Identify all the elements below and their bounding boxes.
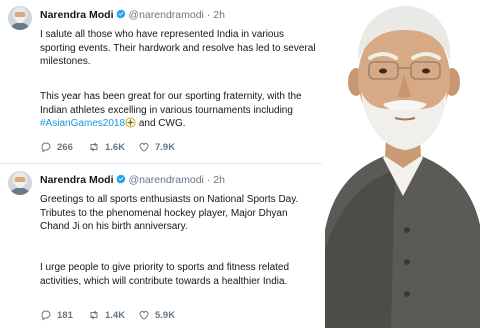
separator: ·: [206, 9, 211, 21]
like-button[interactable]: 5.9K: [138, 309, 175, 321]
author-name[interactable]: Narendra Modi: [40, 9, 114, 21]
retweet-count: 1.4K: [105, 309, 126, 321]
tweet-header: Narendra Modi @narendramodi · 2h: [40, 174, 225, 186]
timestamp[interactable]: 2h: [213, 9, 225, 21]
tweet-text-paragraph-1: Greetings to all sports enthusiasts on N…: [40, 194, 299, 233]
tweet-header: Narendra Modi @narendramodi · 2h: [40, 9, 225, 21]
tweet-text-paragraph-1: I salute all those who have represented …: [40, 29, 316, 68]
divider: [0, 163, 322, 164]
tweet[interactable]: Narendra Modi @narendramodi · 2h Greetin…: [0, 165, 322, 327]
asian-games-emoji-icon: [125, 117, 136, 128]
avatar[interactable]: [8, 6, 32, 30]
retweet-icon: [90, 142, 98, 152]
like-count: 5.9K: [155, 309, 176, 321]
reply-icon: [41, 142, 51, 153]
tweet-text-paragraph-2: This year has been great for our sportin…: [40, 90, 318, 131]
like-icon: [139, 142, 149, 152]
portrait-illustration: [325, 0, 480, 328]
reply-count: 181: [57, 309, 73, 321]
retweet-button[interactable]: 1.4K: [88, 309, 138, 321]
author-handle[interactable]: @narendramodi: [128, 9, 203, 21]
tweet-feed: Narendra Modi @narendramodi · 2h I salut…: [0, 0, 322, 328]
author-handle[interactable]: @narendramodi: [128, 174, 203, 186]
tweet-actions: 266 1.6K 7.9K: [40, 141, 175, 153]
author-name[interactable]: Narendra Modi: [40, 174, 114, 186]
retweet-icon: [90, 310, 98, 320]
tweet[interactable]: Narendra Modi @narendramodi · 2h I salut…: [0, 0, 322, 162]
tweet-actions: 181 1.4K 5.9K: [40, 309, 175, 321]
like-button[interactable]: 7.9K: [138, 141, 175, 153]
hashtag-link[interactable]: #AsianGames2018: [40, 118, 125, 129]
verified-badge-icon: [115, 9, 125, 19]
tweet-text-paragraph-2: I urge people to give priority to sports…: [40, 262, 290, 287]
like-icon: [139, 310, 149, 320]
retweet-button[interactable]: 1.6K: [88, 141, 138, 153]
avatar[interactable]: [8, 171, 32, 195]
verified-badge-icon: [115, 174, 125, 184]
separator: ·: [206, 174, 211, 186]
retweet-count: 1.6K: [105, 141, 126, 153]
portrait-photo: [325, 0, 480, 328]
reply-button[interactable]: 266: [40, 141, 88, 153]
tweet-text-segment: This year has been great for our sportin…: [40, 91, 302, 116]
reply-icon: [41, 310, 51, 321]
tweet-text-segment: and CWG.: [136, 118, 186, 130]
timestamp[interactable]: 2h: [213, 174, 225, 186]
reply-button[interactable]: 181: [40, 309, 88, 321]
like-count: 7.9K: [155, 141, 176, 153]
reply-count: 266: [57, 141, 73, 153]
